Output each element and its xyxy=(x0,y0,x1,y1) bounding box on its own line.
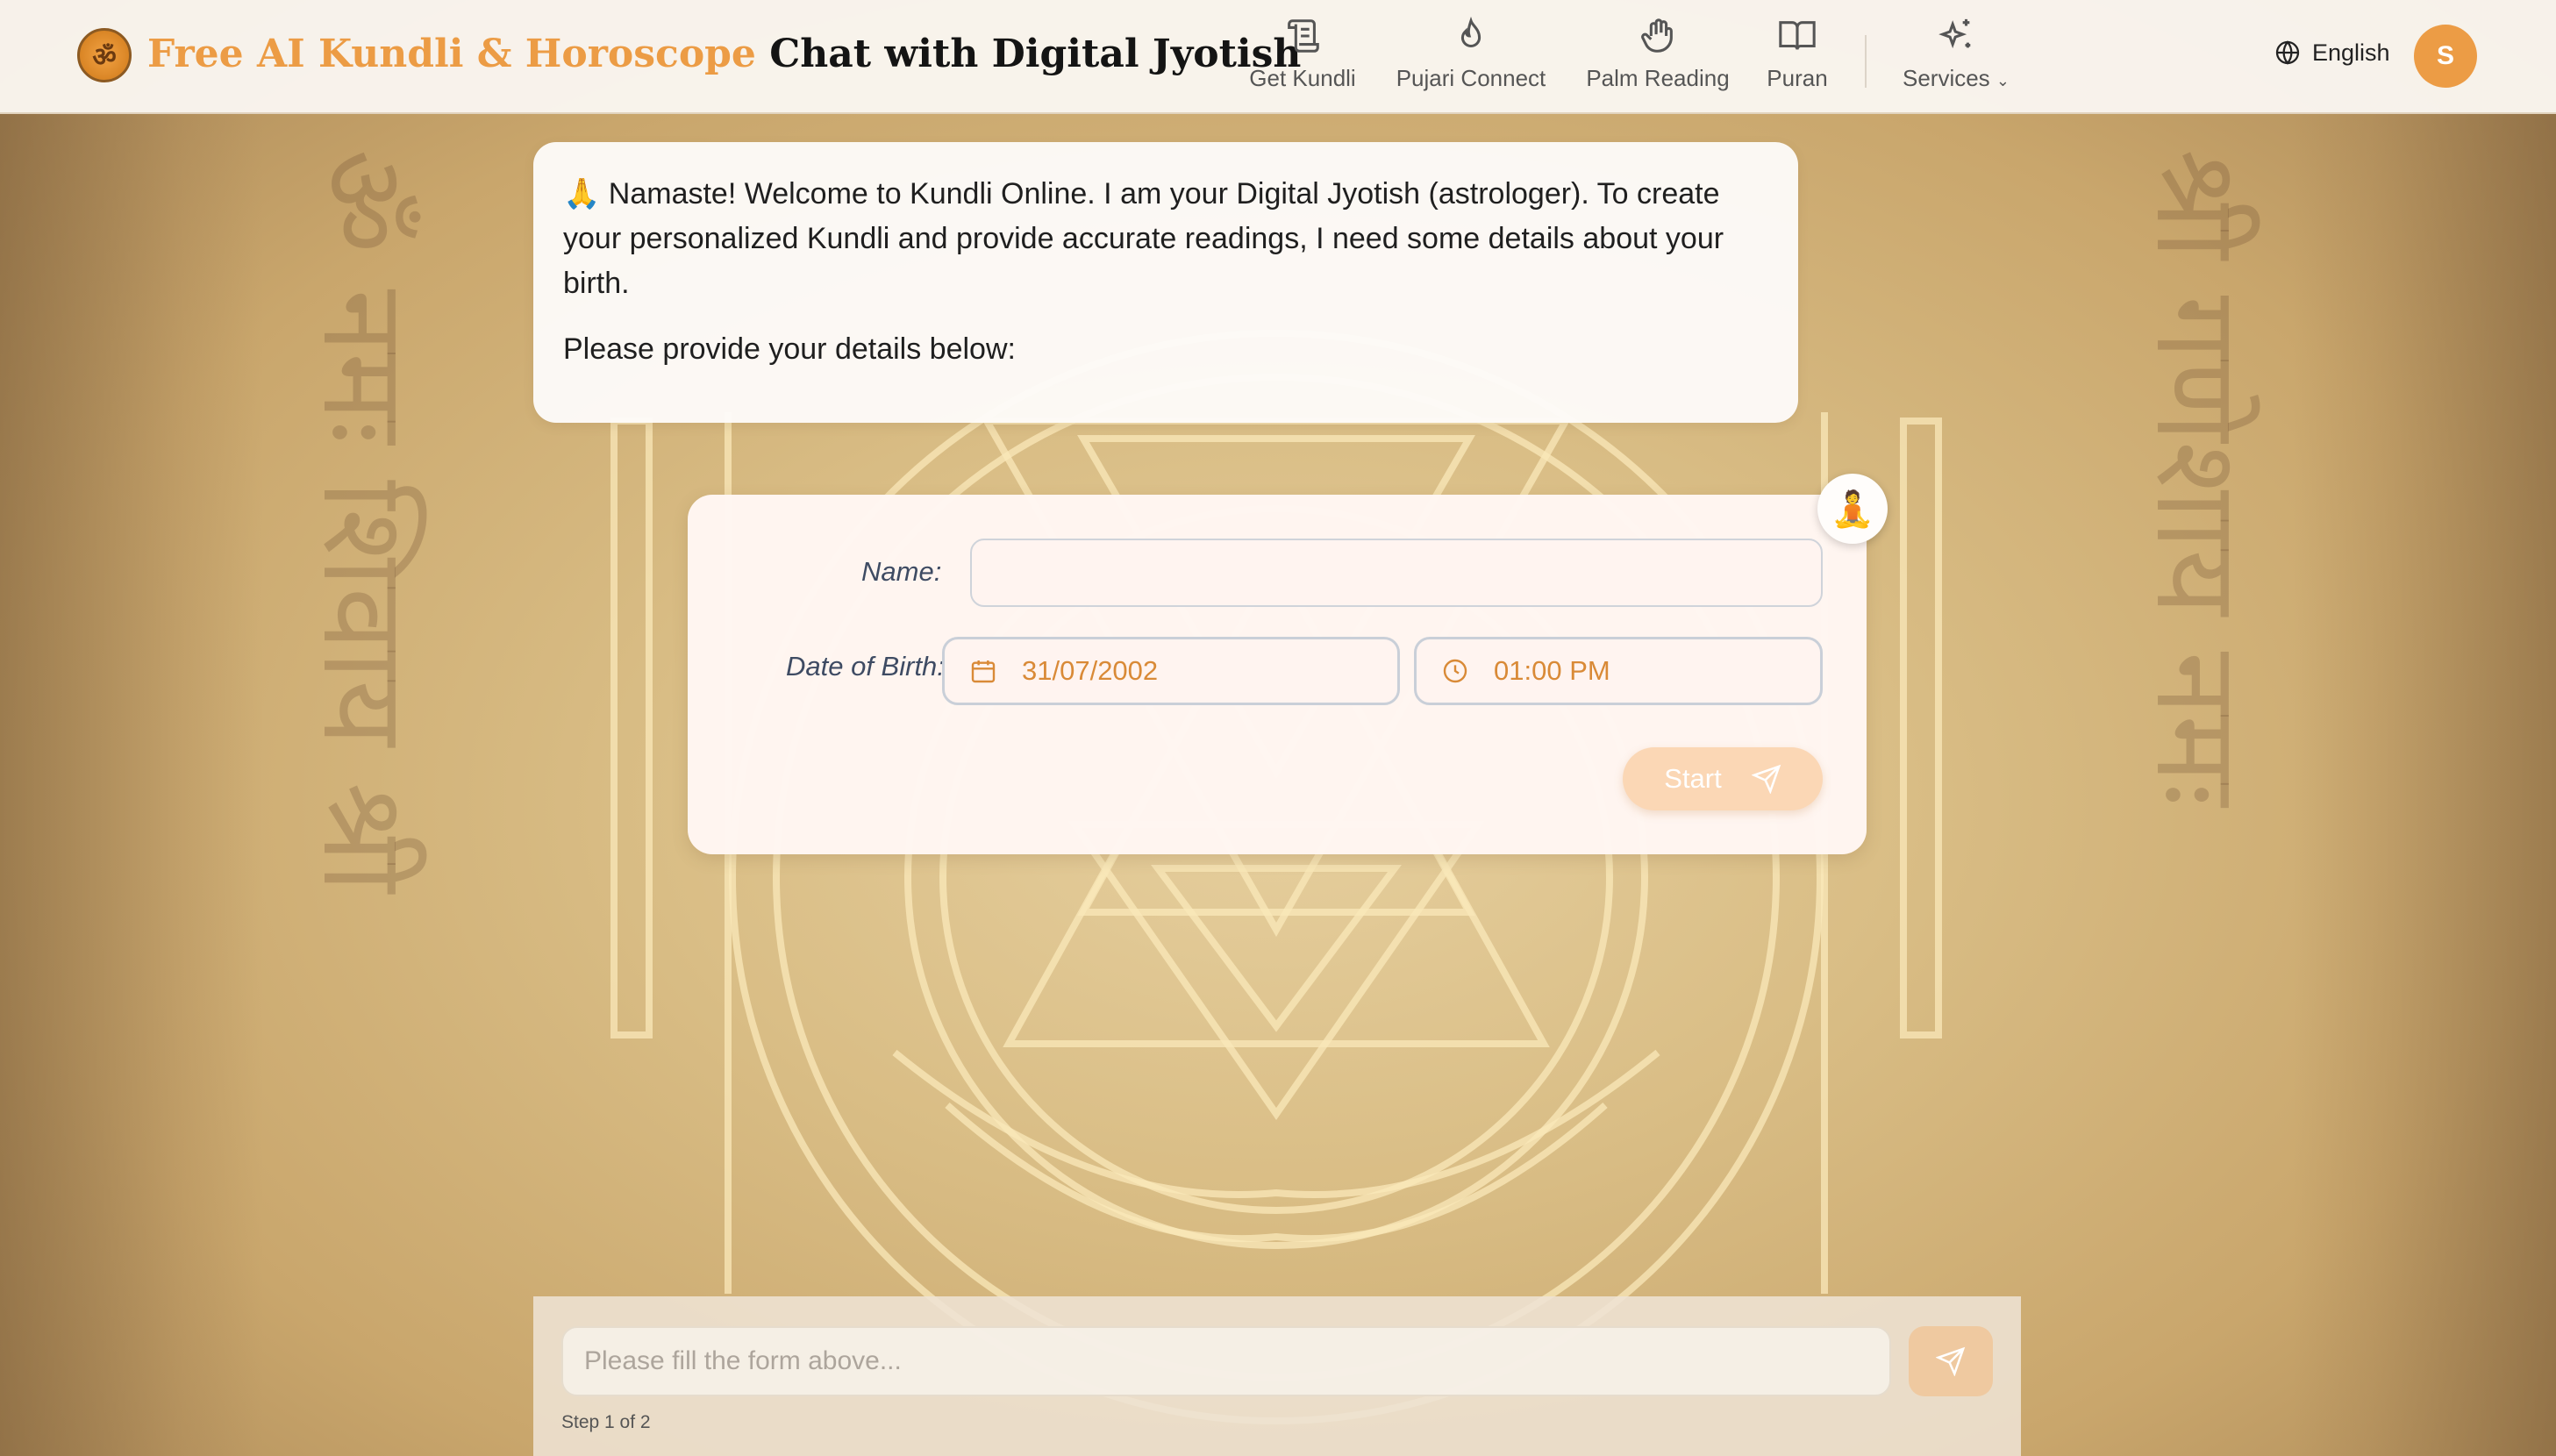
start-button-label: Start xyxy=(1664,763,1722,794)
step-indicator: Step 1 of 2 xyxy=(561,1412,651,1432)
send-icon xyxy=(1751,764,1781,794)
flame-icon xyxy=(1460,16,1481,48)
nav-puran[interactable]: Puran xyxy=(1758,16,1837,103)
nav-palm-reading[interactable]: Palm Reading xyxy=(1579,16,1737,103)
chat-composer: Step 1 of 2 xyxy=(533,1296,2021,1456)
sparkles-icon xyxy=(1938,18,1971,49)
om-logo-icon[interactable]: ॐ xyxy=(77,28,132,82)
language-selector[interactable]: English xyxy=(2274,39,2390,67)
scroll-icon xyxy=(1288,19,1319,53)
start-button[interactable]: Start xyxy=(1623,747,1823,810)
book-open-icon xyxy=(1779,21,1816,50)
site-title-main: Chat with Digital Jyotish xyxy=(769,32,1302,76)
time-value: 01:00 PM xyxy=(1494,655,1610,686)
chat-message-input[interactable] xyxy=(561,1326,1891,1396)
nav-label: Pujari Connect xyxy=(1396,65,1546,91)
date-value: 31/07/2002 xyxy=(1022,655,1159,686)
nav-pujari-connect[interactable]: Pujari Connect xyxy=(1386,16,1556,103)
dob-label: Date of Birth: xyxy=(786,651,945,682)
clock-icon xyxy=(1443,659,1467,683)
name-field[interactable] xyxy=(970,539,1823,607)
site-title-accent: Free AI Kundli & Horoscope xyxy=(147,32,756,76)
send-message-button[interactable] xyxy=(1909,1326,1993,1396)
nav-divider xyxy=(1865,35,1867,88)
nav-label: Services ⌄ xyxy=(1902,65,2010,91)
language-label: English xyxy=(2312,39,2390,66)
nav-label: Palm Reading xyxy=(1586,65,1730,91)
meditating-person-icon: 🧘 xyxy=(1817,474,1888,544)
chevron-down-icon: ⌄ xyxy=(1996,72,2010,89)
globe-icon xyxy=(2275,40,2300,65)
time-of-birth-field[interactable]: 01:00 PM xyxy=(1414,637,1823,705)
assistant-message-bubble: 🙏 Namaste! Welcome to Kundli Online. I a… xyxy=(533,142,1798,423)
hand-icon xyxy=(1641,18,1673,53)
details-prompt: Please provide your details below: xyxy=(563,332,1016,366)
nav-label: Puran xyxy=(1767,65,1828,91)
nav-label: Get Kundli xyxy=(1249,65,1356,91)
name-label: Name: xyxy=(861,556,942,587)
send-icon xyxy=(1936,1346,1966,1376)
user-avatar[interactable]: S xyxy=(2414,25,2477,88)
date-of-birth-field[interactable]: 31/07/2002 xyxy=(942,637,1400,705)
nav-services-dropdown[interactable]: Services ⌄ xyxy=(1895,16,2017,103)
top-navbar: ॐ Free AI Kundli & Horoscope Chat with D… xyxy=(0,0,2556,114)
site-title[interactable]: Free AI Kundli & Horoscope Chat with Dig… xyxy=(147,32,1301,76)
welcome-message: 🙏 Namaste! Welcome to Kundli Online. I a… xyxy=(563,177,1724,300)
nav-get-kundli[interactable]: Get Kundli xyxy=(1246,16,1360,103)
calendar-icon xyxy=(971,660,996,683)
